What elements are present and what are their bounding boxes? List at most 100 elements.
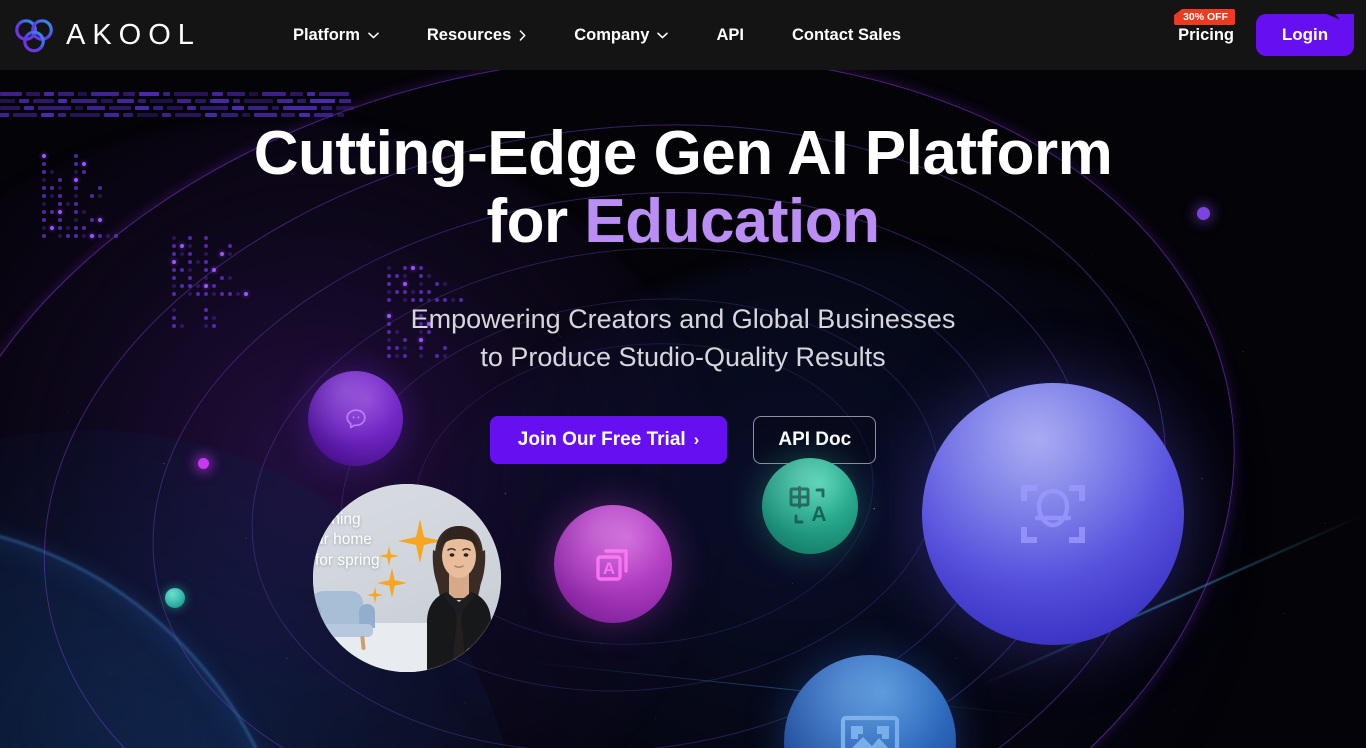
code-rain-bar	[254, 113, 277, 117]
code-rain-bar	[339, 99, 351, 103]
dot-matrix-dot	[395, 290, 399, 294]
dot-matrix-dot	[427, 274, 431, 278]
code-rain-bar	[299, 113, 310, 117]
join-free-trial-label: Join Our Free Trial	[517, 429, 686, 450]
join-free-trial-button[interactable]: Join Our Free Trial ›	[489, 416, 728, 464]
code-rain-bar	[277, 99, 293, 103]
dot-matrix-dot	[204, 292, 208, 296]
dot-matrix-dot	[204, 268, 208, 272]
nav-label-resources: Resources	[426, 25, 512, 44]
code-rain-bar	[24, 106, 34, 110]
nav-item-api[interactable]: API	[692, 0, 768, 70]
dot-matrix-dot	[403, 290, 407, 294]
dot-matrix-dot	[411, 290, 415, 294]
api-doc-label: API Doc	[778, 429, 852, 450]
chevron-down-icon	[657, 31, 669, 38]
code-rain-bar	[87, 106, 105, 110]
code-rain-bar	[212, 92, 223, 96]
pricing-link[interactable]: 30% OFF Pricing	[1156, 0, 1256, 70]
subhead-line-2: to Produce Studio-Quality Results	[480, 342, 886, 373]
login-button[interactable]: Login	[1256, 14, 1354, 56]
nav-label-platform: Platform	[292, 25, 360, 44]
chevron-down-icon	[368, 31, 379, 38]
planet-arc-bottom-left	[0, 520, 300, 748]
nav-item-contact-sales[interactable]: Contact Sales	[768, 0, 925, 70]
dot-matrix-row	[387, 272, 463, 280]
brand-logo[interactable]: AKOOL	[12, 14, 201, 56]
dot-matrix-dot	[188, 260, 192, 264]
code-rain-bar	[221, 113, 238, 117]
dot-matrix-dot	[196, 284, 200, 288]
face-scan-icon	[1021, 485, 1085, 543]
code-rain-bar	[307, 92, 315, 96]
dot-matrix-dot	[212, 268, 216, 272]
code-rain-bar	[310, 99, 335, 103]
code-rain-bar	[0, 106, 20, 110]
dot-matrix-dot	[403, 266, 407, 270]
code-rain-bar	[58, 99, 67, 103]
chat-orb[interactable]	[308, 371, 403, 466]
code-rain-bar	[272, 106, 279, 110]
page-root: AKOOL Platform Resources Company API Con…	[0, 0, 1366, 748]
dot-matrix-dot	[204, 284, 208, 288]
code-rain-bar	[290, 92, 303, 96]
nav-item-platform[interactable]: Platform	[269, 0, 403, 70]
dot-matrix-dot	[244, 292, 248, 296]
code-rain-bar	[91, 92, 119, 96]
dot-matrix-dot	[236, 292, 240, 296]
dot-matrix-dot	[228, 292, 232, 296]
speech-bubble-icon	[345, 408, 366, 428]
code-rain-bar	[0, 113, 9, 117]
code-rain-row	[0, 113, 354, 117]
code-rain-bar	[242, 113, 250, 117]
code-rain-bar	[210, 99, 229, 103]
code-rain-decoration	[0, 92, 354, 120]
dot-matrix-dot	[387, 274, 391, 278]
dot-matrix-row	[387, 280, 463, 288]
code-rain-bar	[227, 92, 245, 96]
header-actions: 30% OFF Pricing Login	[1156, 0, 1366, 70]
avatar-video-preview[interactable]: eshing ur home for spring	[313, 484, 501, 672]
headline-line-1: Cutting-Edge Gen AI Platform	[253, 119, 1113, 188]
code-rain-row	[0, 92, 354, 96]
dot-matrix-dot	[188, 284, 192, 288]
code-rain-bar	[195, 99, 206, 103]
svg-text:A: A	[811, 503, 826, 526]
code-rain-bar	[137, 113, 158, 117]
code-rain-bar	[232, 106, 244, 110]
dot-matrix-row	[172, 258, 248, 266]
login-button-label: Login	[1281, 25, 1329, 44]
dot-matrix-dot	[419, 282, 423, 286]
dot-matrix-dot	[435, 282, 439, 286]
brand-name: AKOOL	[66, 18, 201, 51]
headline-line-2-prefix: for	[486, 187, 585, 257]
dot-matrix-dot	[220, 276, 224, 280]
dot-matrix-dot	[212, 292, 216, 296]
svg-text:A: A	[603, 559, 615, 578]
dot-matrix-dot	[387, 266, 391, 270]
code-rain-bar	[117, 99, 134, 103]
chevron-right-icon: ›	[693, 430, 700, 449]
small-teal-sphere	[165, 588, 185, 608]
code-rain-bar	[321, 106, 332, 110]
dot-matrix-row	[172, 290, 248, 298]
code-rain-bar	[337, 113, 344, 117]
dot-matrix-dot	[188, 292, 192, 296]
translate-orb[interactable]: A	[762, 458, 858, 554]
avatar-card-orb[interactable]: A	[554, 505, 672, 623]
face-swap-orb[interactable]	[922, 383, 1184, 645]
code-rain-bar	[248, 106, 268, 110]
code-rain-bar	[58, 92, 74, 96]
dot-matrix-dot	[228, 276, 232, 280]
code-rain-bar	[205, 113, 217, 117]
teal-filament-2	[521, 660, 1039, 717]
dot-matrix-dot	[419, 266, 423, 270]
code-rain-bar	[297, 99, 306, 103]
nav-item-resources[interactable]: Resources	[403, 0, 550, 70]
dot-matrix-dot	[204, 276, 208, 280]
nav-item-company[interactable]: Company	[550, 0, 692, 70]
hero-section: Cutting-Edge Gen AI Platform for Educati…	[0, 0, 1366, 748]
api-doc-button[interactable]: API Doc	[753, 416, 877, 464]
code-rain-bar	[150, 99, 173, 103]
image-orb[interactable]	[784, 655, 956, 748]
